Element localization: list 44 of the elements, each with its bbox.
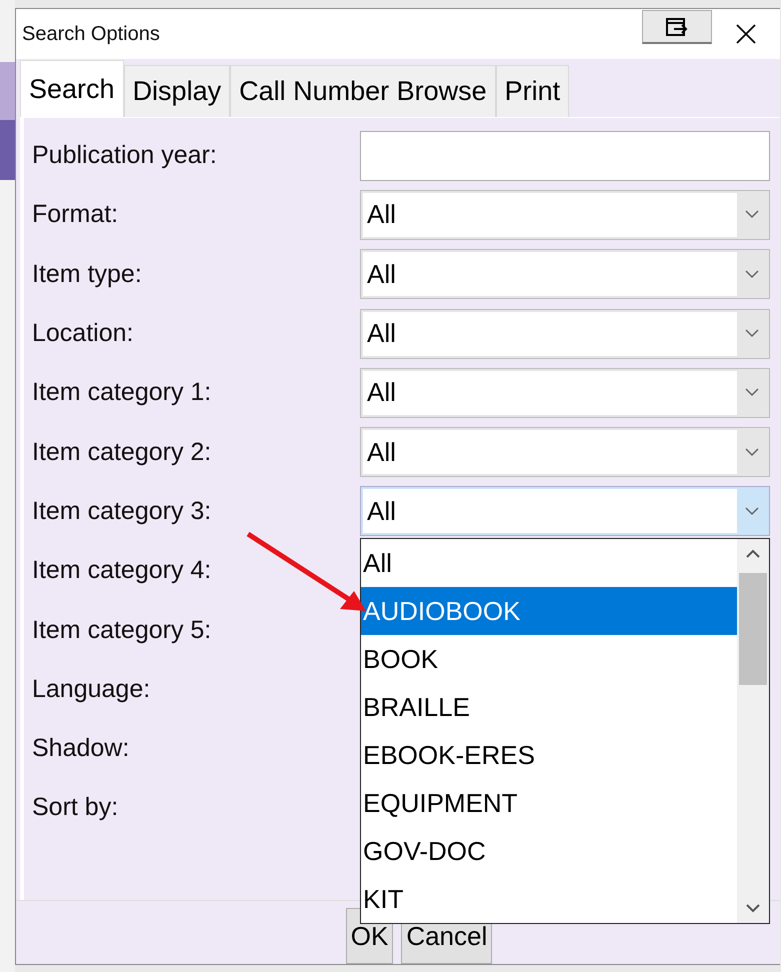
tab[interactable]: Print: [496, 65, 570, 117]
scrollbar[interactable]: [737, 539, 769, 924]
close-icon: [735, 23, 757, 45]
field-label: Publication year:: [31, 141, 218, 170]
field-label: Item category 1:: [31, 378, 212, 408]
dropdown-field[interactable]: All: [360, 308, 770, 359]
chevron-down-icon: [745, 388, 759, 398]
dropdown-option[interactable]: EQUIPMENT: [361, 779, 737, 828]
field-label: Item category 5:: [31, 616, 212, 645]
field-label: Shadow:: [31, 734, 130, 764]
field-label: Item type:: [31, 260, 143, 289]
chevron-down-icon: [745, 448, 759, 457]
chevron-down-icon: [745, 506, 759, 516]
tab[interactable]: Display: [124, 65, 230, 117]
chevron-down-icon: [745, 270, 759, 279]
chevron-down-icon: [745, 210, 759, 220]
dropdown-option[interactable]: All: [361, 539, 737, 588]
field-label: Item category 4:: [31, 556, 212, 586]
dropdown-field[interactable]: All: [360, 190, 770, 240]
tab[interactable]: Search: [20, 60, 124, 117]
dropdown-option[interactable]: EBOOK-ERES: [361, 731, 737, 780]
scroll-down-icon: [745, 903, 761, 914]
dropdown-field[interactable]: All: [360, 486, 770, 536]
dropdown-field[interactable]: All: [360, 249, 770, 300]
field-label: Sort by:: [31, 793, 120, 822]
dropdown-option[interactable]: BRAILLE: [361, 683, 737, 732]
window-title: Search Options: [22, 22, 161, 46]
dropdown-option[interactable]: AUDIOBOOK: [361, 587, 737, 636]
field-label: Language:: [31, 674, 152, 704]
dropdown-field[interactable]: All: [360, 368, 770, 418]
field-label: Item category 2:: [31, 438, 212, 467]
scroll-up-icon: [745, 549, 761, 560]
dropdown-option[interactable]: GOV-DOC: [361, 827, 737, 876]
field-label: Item category 3:: [31, 496, 212, 526]
field-label: Location:: [31, 319, 134, 348]
dropdown-field[interactable]: All: [360, 427, 770, 478]
chevron-down-icon: [745, 329, 759, 338]
restore-button[interactable]: [642, 10, 712, 44]
tab[interactable]: Call Number Browse: [230, 65, 496, 117]
scrollbar-thumb[interactable]: [739, 573, 767, 686]
window-exit-icon: [666, 18, 688, 36]
dropdown-option[interactable]: BOOK: [361, 635, 737, 684]
input-field[interactable]: [360, 130, 770, 181]
field-label: Format:: [31, 200, 120, 230]
